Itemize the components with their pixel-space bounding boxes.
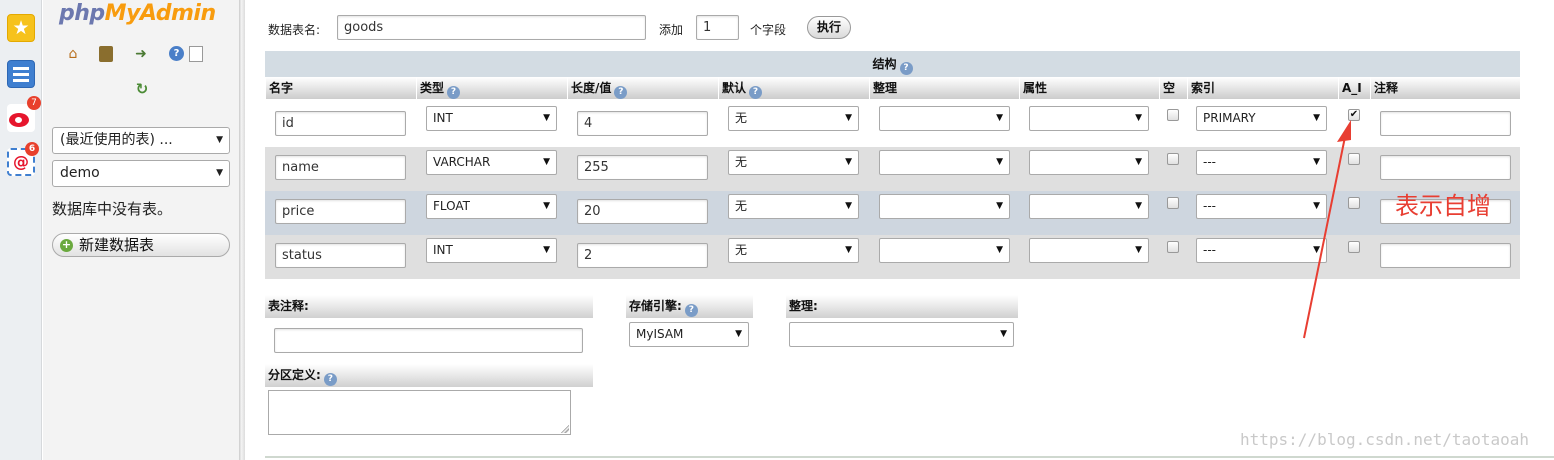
bottom-divider (265, 456, 1554, 458)
arrow-head (1337, 120, 1351, 142)
watermark: https://blog.csdn.net/taotaoah (1240, 430, 1529, 449)
annotation-arrow (1303, 120, 1351, 339)
arrow-line (1303, 131, 1347, 339)
weibo-badge: 7 (27, 96, 41, 110)
mail-badge: 6 (25, 142, 39, 156)
auto-increment-annotation: 表示自增 (1395, 192, 1491, 220)
